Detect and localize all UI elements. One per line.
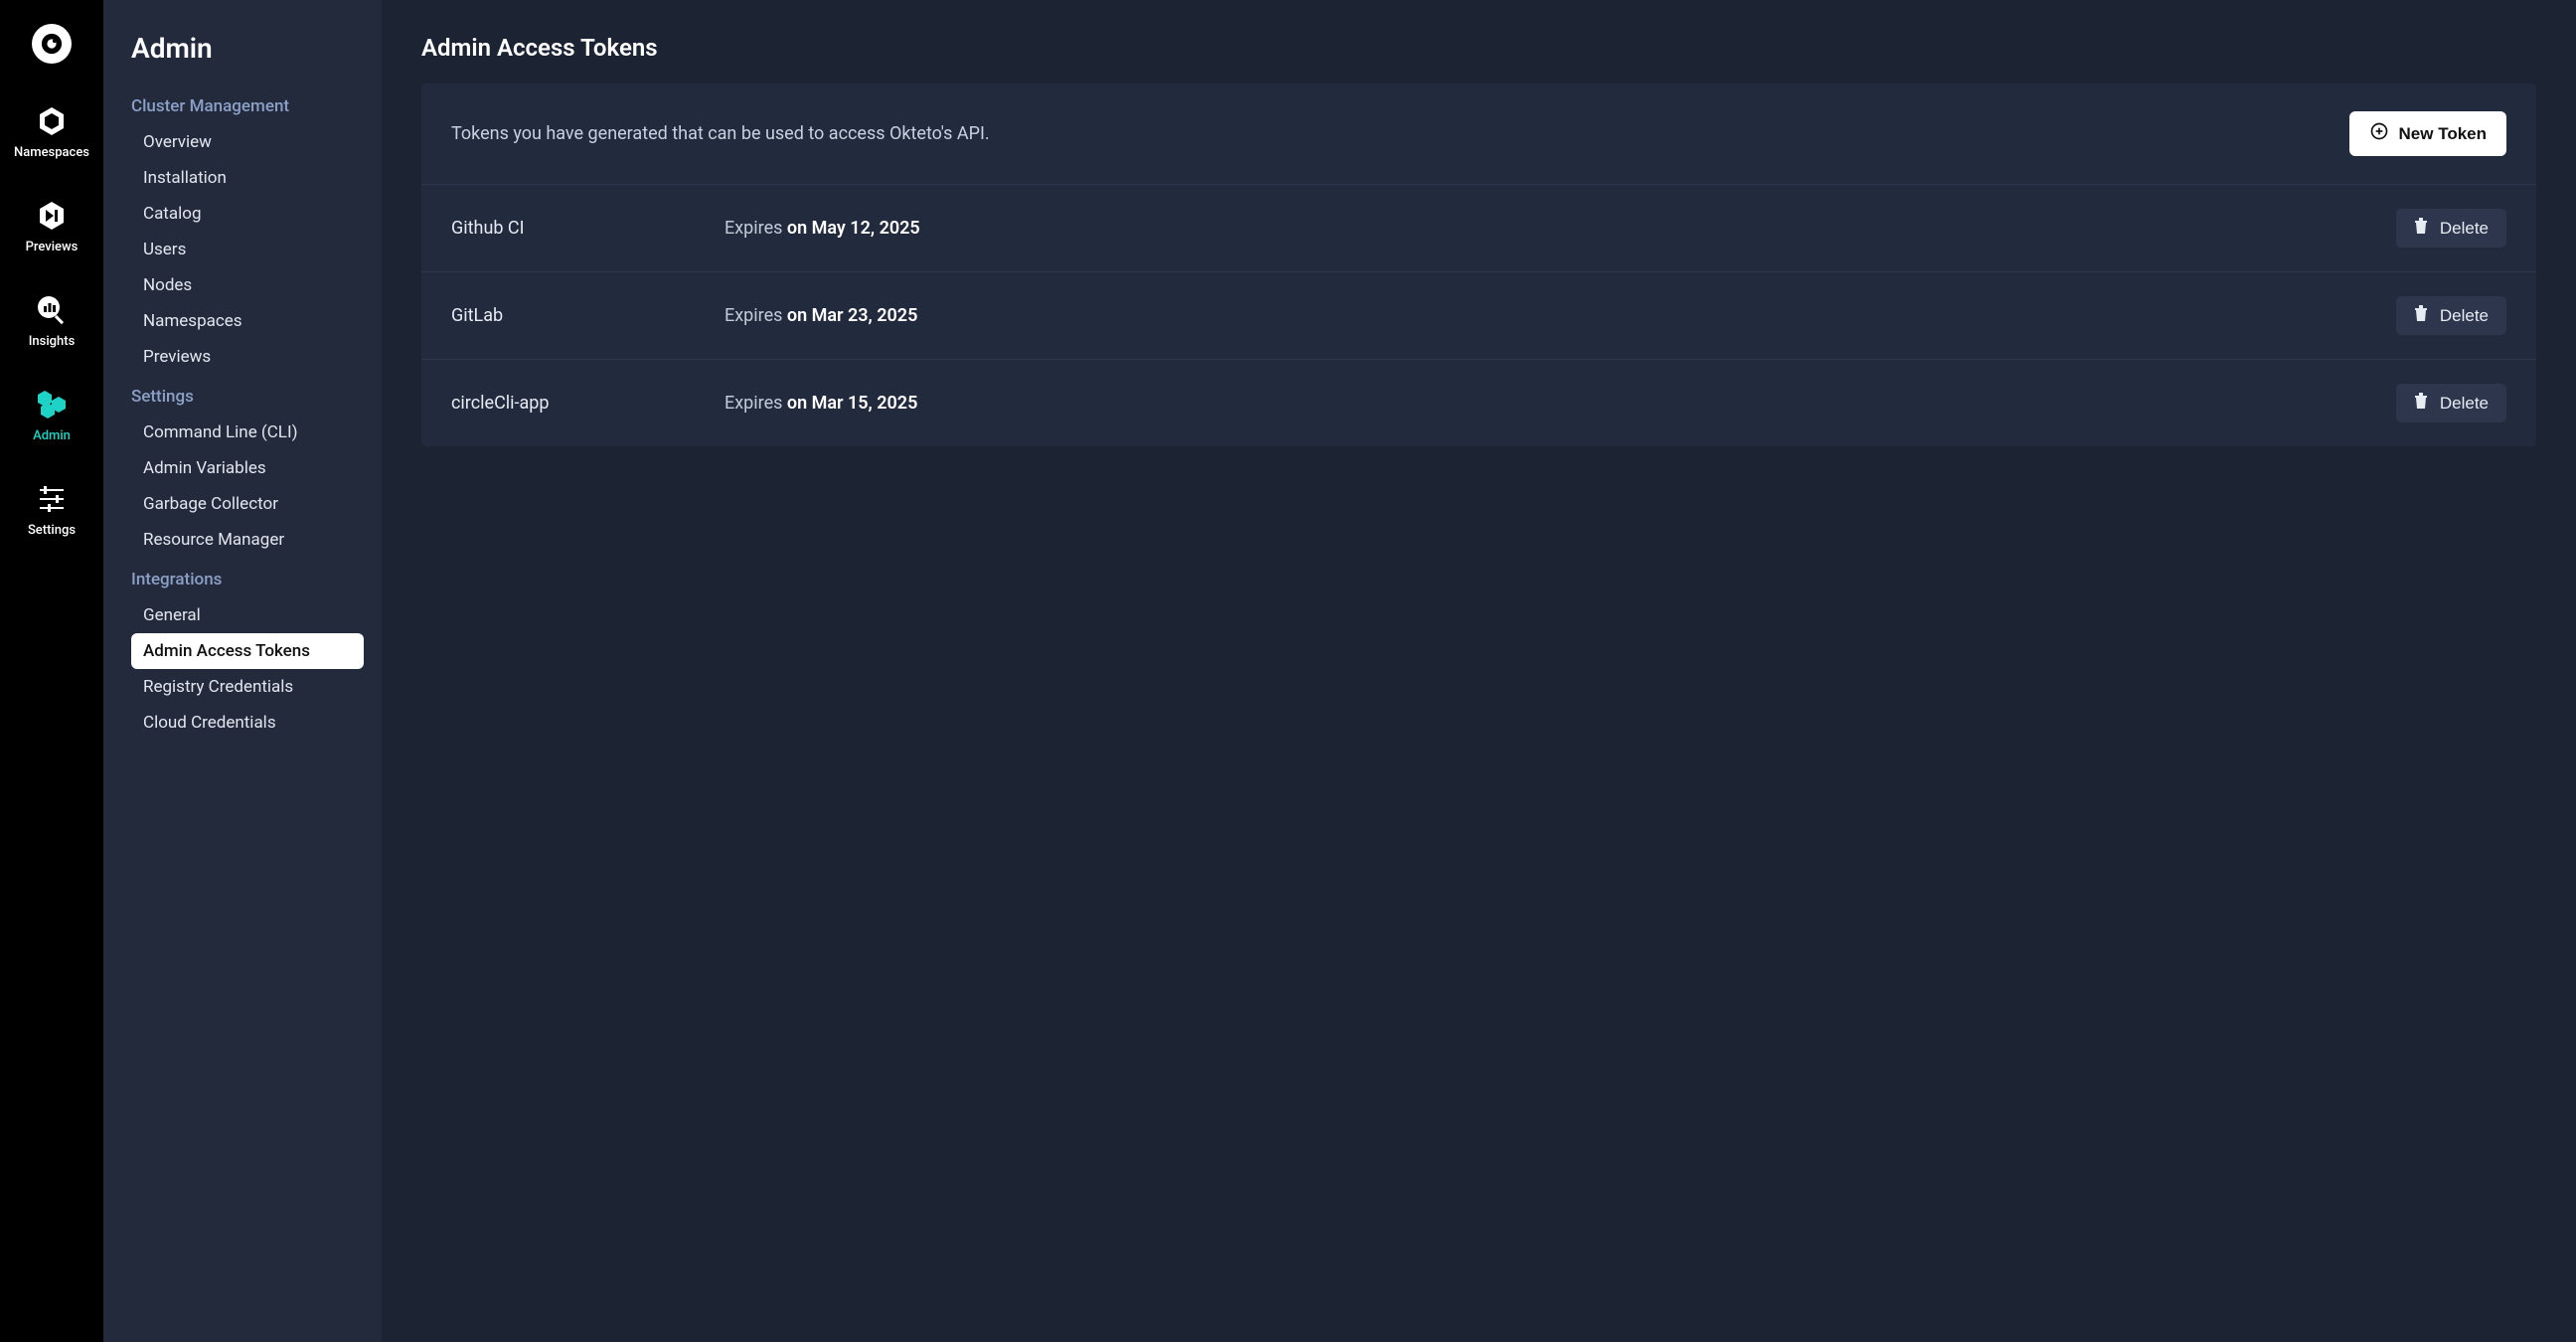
sidebar: Admin Cluster Management Overview Instal… bbox=[103, 0, 382, 1342]
delete-label: Delete bbox=[2440, 219, 2489, 239]
delete-button[interactable]: Delete bbox=[2396, 296, 2506, 335]
sidebar-item-nodes[interactable]: Nodes bbox=[103, 267, 382, 303]
sidebar-item-registry-credentials[interactable]: Registry Credentials bbox=[103, 669, 382, 705]
sidebar-item-admin-variables[interactable]: Admin Variables bbox=[103, 450, 382, 486]
trash-icon bbox=[2414, 218, 2428, 239]
icon-rail: Namespaces Previews Insights Admin Setti… bbox=[0, 0, 103, 1342]
admin-icon bbox=[36, 389, 68, 420]
token-expiry: Expires on Mar 15, 2025 bbox=[724, 393, 2396, 414]
sidebar-section-cluster: Cluster Management bbox=[103, 84, 382, 124]
trash-icon bbox=[2414, 305, 2428, 326]
page-title: Admin Access Tokens bbox=[421, 34, 2536, 62]
rail-label: Insights bbox=[29, 334, 76, 349]
rail-item-settings[interactable]: Settings bbox=[28, 483, 76, 538]
rail-item-namespaces[interactable]: Namespaces bbox=[14, 105, 89, 160]
new-token-label: New Token bbox=[2399, 124, 2487, 144]
rail-item-insights[interactable]: Insights bbox=[29, 294, 76, 349]
card-header: Tokens you have generated that can be us… bbox=[421, 84, 2536, 185]
sidebar-title: Admin bbox=[103, 32, 382, 84]
sidebar-section-settings: Settings bbox=[103, 375, 382, 415]
sidebar-item-general[interactable]: General bbox=[103, 597, 382, 633]
sidebar-item-users[interactable]: Users bbox=[103, 232, 382, 267]
settings-icon bbox=[36, 483, 68, 515]
delete-button[interactable]: Delete bbox=[2396, 209, 2506, 248]
token-expiry: Expires on May 12, 2025 bbox=[724, 218, 2396, 239]
token-row: Github CIExpires on May 12, 2025 Delete bbox=[421, 185, 2536, 272]
token-name: GitLab bbox=[451, 305, 724, 326]
sidebar-item-cloud-credentials[interactable]: Cloud Credentials bbox=[103, 705, 382, 741]
token-name: Github CI bbox=[451, 218, 724, 239]
tokens-card: Tokens you have generated that can be us… bbox=[421, 84, 2536, 446]
sidebar-item-overview[interactable]: Overview bbox=[103, 124, 382, 160]
sidebar-item-admin-access-tokens[interactable]: Admin Access Tokens bbox=[131, 633, 364, 669]
sidebar-item-cli[interactable]: Command Line (CLI) bbox=[103, 415, 382, 450]
card-description: Tokens you have generated that can be us… bbox=[451, 123, 990, 144]
rail-label: Settings bbox=[28, 523, 76, 538]
sidebar-item-installation[interactable]: Installation bbox=[103, 160, 382, 196]
rail-label: Previews bbox=[26, 240, 79, 254]
delete-label: Delete bbox=[2440, 394, 2489, 414]
token-name: circleCli-app bbox=[451, 393, 724, 414]
token-row: GitLabExpires on Mar 23, 2025 Delete bbox=[421, 272, 2536, 360]
delete-label: Delete bbox=[2440, 306, 2489, 326]
rail-item-previews[interactable]: Previews bbox=[26, 200, 79, 254]
sidebar-item-namespaces[interactable]: Namespaces bbox=[103, 303, 382, 339]
sidebar-item-previews[interactable]: Previews bbox=[103, 339, 382, 375]
previews-icon bbox=[36, 200, 68, 232]
sidebar-section-integrations: Integrations bbox=[103, 558, 382, 597]
sidebar-item-catalog[interactable]: Catalog bbox=[103, 196, 382, 232]
main-content: Admin Access Tokens Tokens you have gene… bbox=[382, 0, 2576, 1342]
namespaces-icon bbox=[36, 105, 68, 137]
delete-button[interactable]: Delete bbox=[2396, 384, 2506, 422]
sidebar-item-garbage-collector[interactable]: Garbage Collector bbox=[103, 486, 382, 522]
rail-label: Namespaces bbox=[14, 145, 89, 160]
insights-icon bbox=[36, 294, 68, 326]
new-token-button[interactable]: New Token bbox=[2349, 111, 2506, 156]
plus-circle-icon bbox=[2369, 121, 2389, 146]
rail-label: Admin bbox=[33, 428, 71, 443]
okteto-logo[interactable] bbox=[32, 24, 72, 64]
token-expiry: Expires on Mar 23, 2025 bbox=[724, 305, 2396, 326]
trash-icon bbox=[2414, 393, 2428, 414]
rail-item-admin[interactable]: Admin bbox=[33, 389, 71, 443]
sidebar-item-resource-manager[interactable]: Resource Manager bbox=[103, 522, 382, 558]
token-row: circleCli-appExpires on Mar 15, 2025 Dele… bbox=[421, 360, 2536, 446]
